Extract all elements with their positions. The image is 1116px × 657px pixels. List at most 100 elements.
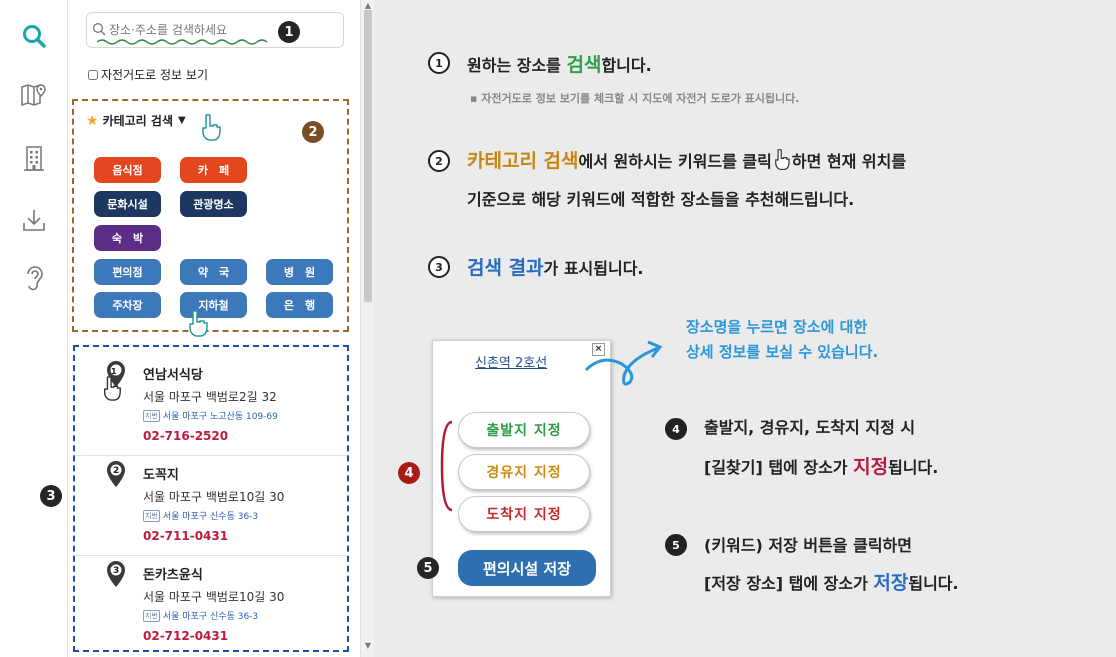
set-start-button[interactable]: 출발지 지정 <box>458 412 590 448</box>
save-facility-button[interactable]: 편의시설 저장 <box>458 550 596 586</box>
category-button-parking[interactable]: 주차장 <box>94 292 161 318</box>
instruction-2-line-2: 기준으로 해당 키워드에 적합한 장소들을 추천해드립니다. <box>467 190 855 209</box>
instruction-number-2: 2 <box>428 150 450 172</box>
divider <box>75 455 347 456</box>
pointer-hand-icon <box>774 149 790 171</box>
instruction-1-note: ▪ 자전거도로 정보 보기를 체크할 시 지도에 자전거 도로가 표시됩니다. <box>470 92 800 105</box>
bracket-decoration <box>440 420 453 512</box>
instruction-text: 에서 원하시는 키워드를 클릭 <box>578 152 772 171</box>
building-icon[interactable] <box>14 138 54 178</box>
instruction-text: [길찾기] 탭에 장소가 <box>704 458 854 477</box>
category-title: 카테고리 검색 <box>102 114 173 128</box>
instruction-highlight: 검색 결과 <box>467 257 544 279</box>
instruction-text: 됩니다. <box>888 458 939 477</box>
category-button-hospital[interactable]: 병 원 <box>266 259 333 285</box>
result-address: 서울 마포구 백범로2길 32 <box>143 390 277 404</box>
scroll-thumb[interactable] <box>364 10 372 302</box>
instruction-number-5: 5 <box>665 534 687 556</box>
result-phone[interactable]: 02-711-0431 <box>143 529 228 543</box>
jibun-tag: 지번 <box>143 609 160 622</box>
category-button-convenience[interactable]: 편의점 <box>94 259 161 285</box>
result-item[interactable]: 2 도꼭지 서울 마포구 백범로10길 30 지번 서울 마포구 신수동 36-3… <box>75 458 347 556</box>
star-icon: ★ <box>86 112 99 129</box>
step-badge-3: 3 <box>40 485 62 507</box>
map-icon[interactable] <box>14 74 54 114</box>
download-icon[interactable] <box>14 200 54 240</box>
pointer-hand-icon <box>189 310 208 337</box>
result-jibun-row: 지번 서울 마포구 신수동 36-3 <box>143 509 258 522</box>
pointer-hand-icon <box>202 114 221 141</box>
callout-line-2: 상세 정보를 보실 수 있습니다. <box>686 343 879 361</box>
icon-rail <box>0 0 68 657</box>
result-name[interactable]: 돈카츠윤식 <box>143 564 203 583</box>
instruction-3: 검색 결과가 표시됩니다. <box>467 253 644 280</box>
category-button-bank[interactable]: 은 행 <box>266 292 333 318</box>
bike-road-checkbox[interactable] <box>88 69 98 80</box>
result-name[interactable]: 연남서식당 <box>143 364 203 383</box>
result-number: 1 <box>111 367 117 376</box>
ear-icon[interactable] <box>14 258 54 298</box>
instruction-5-line-2: [저장 장소] 탭에 장소가 저장됩니다. <box>704 568 959 595</box>
instruction-5-line-1: (키워드) 저장 버튼을 클릭하면 <box>704 536 912 555</box>
instruction-number-1: 1 <box>428 52 450 74</box>
divider <box>75 555 347 556</box>
instruction-1: 원하는 장소를 검색합니다. <box>467 50 652 77</box>
instruction-4-line-2: [길찾기] 탭에 장소가 지정됩니다. <box>704 452 938 479</box>
result-jibun: 서울 마포구 노고산동 109-69 <box>162 412 278 422</box>
bike-road-label: 자전거도로 정보 보기 <box>101 68 208 82</box>
scroll-up-icon[interactable]: ▲ <box>361 1 375 10</box>
instruction-text: 원하는 장소를 <box>467 56 567 75</box>
set-waypoint-button[interactable]: 경유지 지정 <box>458 454 590 490</box>
step-badge-5: 5 <box>417 557 439 579</box>
callout-arrow-icon <box>584 340 663 386</box>
callout-line-1: 장소명을 누르면 장소에 대한 <box>686 318 868 336</box>
result-jibun: 서울 마포구 신수동 36-3 <box>162 512 259 522</box>
instruction-number-3: 3 <box>428 256 450 278</box>
instruction-highlight: 카테고리 검색 <box>467 150 579 172</box>
instruction-highlight: 검색 <box>566 54 602 76</box>
instruction-highlight: 지정 <box>853 456 889 478</box>
result-phone[interactable]: 02-712-0431 <box>143 629 228 643</box>
jibun-tag: 지번 <box>143 509 160 522</box>
result-item[interactable]: 1 연남서식당 서울 마포구 백범로2길 32 지번 서울 마포구 노고산동 10… <box>75 358 347 456</box>
jibun-tag: 지번 <box>143 409 160 422</box>
category-button-pharmacy[interactable]: 약 국 <box>180 259 247 285</box>
instruction-text: 하면 현재 위치를 <box>791 152 907 171</box>
scroll-down-icon[interactable]: ▼ <box>361 641 375 650</box>
category-search-toggle[interactable]: ★ 카테고리 검색 ▼ <box>86 112 186 129</box>
search-icon[interactable] <box>14 16 54 56</box>
result-address: 서울 마포구 백범로10길 30 <box>143 490 285 504</box>
instruction-text: 됩니다. <box>908 574 959 593</box>
result-address: 서울 마포구 백범로10길 30 <box>143 590 285 604</box>
instruction-text: 합니다. <box>601 56 652 75</box>
dropdown-arrow-icon: ▼ <box>177 115 186 126</box>
step-badge-4: 4 <box>398 462 420 484</box>
result-jibun-row: 지번 서울 마포구 노고산동 109-69 <box>143 409 278 422</box>
set-destination-button[interactable]: 도착지 지정 <box>458 496 590 532</box>
result-item[interactable]: 3 돈카츠윤식 서울 마포구 백범로10길 30 지번 서울 마포구 신수동 36… <box>75 558 347 656</box>
category-button-lodging[interactable]: 숙 박 <box>94 225 161 251</box>
result-jibun-row: 지번 서울 마포구 신수동 36-3 <box>143 609 258 622</box>
category-button-cafe[interactable]: 카 페 <box>180 157 247 183</box>
instruction-number-4: 4 <box>665 418 687 440</box>
result-number: 2 <box>113 466 120 476</box>
result-name[interactable]: 도꼭지 <box>143 464 179 483</box>
category-button-culture[interactable]: 문화시설 <box>94 191 161 217</box>
step-badge-2: 2 <box>302 121 324 143</box>
result-number: 3 <box>113 566 120 576</box>
panel-scrollbar[interactable]: ▲ ▼ <box>360 0 374 657</box>
result-phone[interactable]: 02-716-2520 <box>143 429 228 443</box>
instruction-text: [저장 장소] 탭에 장소가 <box>704 574 874 593</box>
pointer-hand-icon <box>103 376 121 401</box>
category-button-restaurant[interactable]: 음식점 <box>94 157 161 183</box>
instruction-2: 카테고리 검색에서 원하시는 키워드를 클릭 하면 현재 위치를 <box>467 146 906 173</box>
popup-place-name[interactable]: 신촌역 2호선 <box>475 352 547 371</box>
category-button-tourism[interactable]: 관광명소 <box>180 191 247 217</box>
instruction-text: 가 표시됩니다. <box>543 259 644 278</box>
step-badge-1: 1 <box>278 21 300 43</box>
result-jibun: 서울 마포구 신수동 36-3 <box>162 612 259 622</box>
bike-road-row[interactable]: 자전거도로 정보 보기 <box>88 66 208 83</box>
search-box <box>86 12 344 48</box>
instruction-4-line-1: 출발지, 경유지, 도착지 지정 시 <box>704 418 916 437</box>
search-underline-squiggle <box>97 39 268 45</box>
